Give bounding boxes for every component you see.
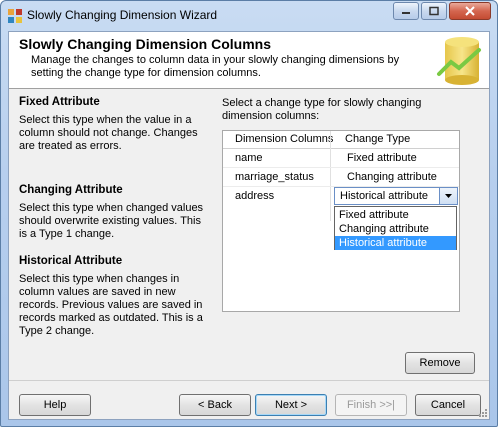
column-header-change-type[interactable]: Change Type [345,133,410,145]
column-header-dimension-columns[interactable]: Dimension Columns [235,133,333,145]
wizard-client-area: Slowly Changing Dimension Columns Manage… [8,31,490,420]
footer-divider [9,380,489,381]
wizard-window: Slowly Changing Dimension Wizard Slowly … [0,0,498,427]
page-title: Slowly Changing Dimension Columns [19,36,272,52]
page-description: Manage the changes to column data in you… [31,54,400,79]
next-button[interactable]: Next > [255,394,327,416]
close-icon [465,6,475,16]
minimize-button[interactable] [393,2,419,20]
dropdown-option-fixed[interactable]: Fixed attribute [335,208,456,222]
maximize-button[interactable] [421,2,447,20]
changing-attribute-text: Select this type when changed values sho… [19,202,204,240]
resize-grip-icon[interactable] [478,408,488,418]
minimize-icon [402,12,410,14]
historical-attribute-heading: Historical Attribute [19,255,123,267]
help-button[interactable]: Help [19,394,91,416]
wizard-header: Slowly Changing Dimension Columns Manage… [9,32,489,89]
row-change-type[interactable]: Fixed attribute [347,152,417,164]
grid-header: Dimension Columns Change Type [223,131,459,149]
cancel-button[interactable]: Cancel [415,394,481,416]
table-row[interactable]: name Fixed attribute [223,149,459,167]
back-button[interactable]: < Back [179,394,251,416]
remove-button[interactable]: Remove [405,352,475,374]
row-change-type[interactable]: Changing attribute [347,171,437,183]
historical-attribute-text: Select this type when changes in column … [19,273,203,337]
change-type-combobox[interactable]: Historical attribute [334,187,458,205]
combobox-dropdown-button[interactable] [439,188,457,204]
row-column-name: address [235,190,275,202]
database-icon [437,37,481,85]
finish-button[interactable]: Finish >>| [335,394,407,416]
row-column-name: name [235,152,263,164]
maximize-icon [429,6,439,16]
dropdown-option-changing[interactable]: Changing attribute [335,222,456,236]
app-icon [8,9,22,23]
title-bar[interactable]: Slowly Changing Dimension Wizard [1,1,497,31]
fixed-attribute-heading: Fixed Attribute [19,96,100,108]
change-type-dropdown-list[interactable]: Fixed attribute Changing attribute Histo… [334,206,457,250]
window-title: Slowly Changing Dimension Wizard [27,8,218,22]
fixed-attribute-text: Select this type when the value in a col… [19,114,198,152]
table-row[interactable]: address Historical attribute Fixed attri… [223,187,459,250]
dimension-columns-grid[interactable]: Dimension Columns Change Type name Fixed… [222,130,460,312]
changing-attribute-heading: Changing Attribute [19,184,123,196]
table-row[interactable]: marriage_status Changing attribute [223,168,459,186]
combobox-value: Historical attribute [340,190,429,202]
grid-instruction: Select a change type for slowly changing… [222,97,422,122]
chevron-down-icon [445,194,452,198]
close-button[interactable] [449,2,491,20]
dropdown-option-historical[interactable]: Historical attribute [335,236,456,250]
row-column-name: marriage_status [235,171,314,183]
